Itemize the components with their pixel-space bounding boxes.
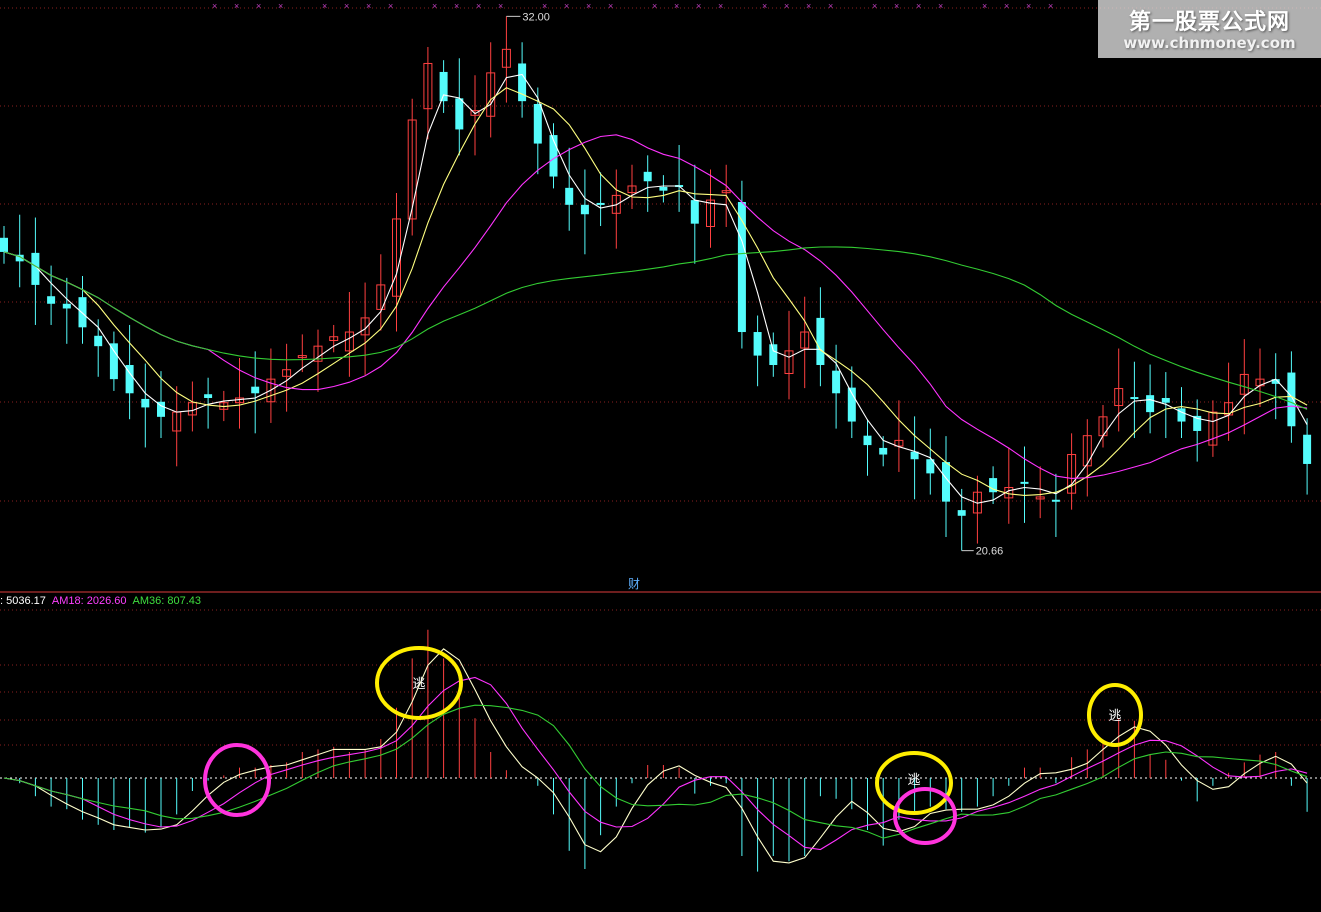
top-marker: × <box>234 1 239 11</box>
watermark-url: www.chnmoney.com <box>1123 34 1296 52</box>
candle-body <box>643 171 652 182</box>
candle-body <box>690 200 699 224</box>
top-marker: × <box>674 1 679 11</box>
top-marker: × <box>366 1 371 11</box>
stock-chart: × × × × × × × × × × × × × × × × × × × × × × × × × × × × × × × × 32.00 20… <box>0 0 1321 907</box>
top-marker: × <box>388 1 393 11</box>
candle-body <box>251 386 260 394</box>
candle-body <box>1146 395 1155 413</box>
signal-label: 逃 <box>907 772 920 787</box>
candle-body <box>1161 397 1170 403</box>
top-marker: × <box>1048 1 1053 11</box>
candles <box>0 16 1312 551</box>
top-marker: × <box>212 1 217 11</box>
top-marker: × <box>718 1 723 11</box>
legend-value: : 5036.17 <box>0 595 46 607</box>
top-marker: × <box>1004 1 1009 11</box>
top-marker: × <box>608 1 613 11</box>
top-marker: × <box>982 1 987 11</box>
candle-body <box>565 187 574 205</box>
candle-body <box>439 71 448 102</box>
top-marker: × <box>454 1 459 11</box>
candle-body <box>455 98 464 130</box>
candle-body <box>0 237 8 252</box>
top-marker: × <box>476 1 481 11</box>
candle-body <box>753 332 762 356</box>
candle-body <box>580 204 589 215</box>
top-marker: × <box>586 1 591 11</box>
candle-body <box>1303 434 1312 464</box>
top-marker: × <box>432 1 437 11</box>
candle-body <box>204 394 213 398</box>
chart-labels: 32.0020.66财逃逃逃 <box>203 11 1143 845</box>
watermark-title: 第一股票公式网 <box>1128 10 1290 35</box>
candle-body <box>109 343 118 380</box>
indicator-series <box>0 629 1321 872</box>
candlestick-chart: × × × × × × × × × × × × × × × × × × × × × × × × × × × × × × × × 32.00 20… <box>0 1 1321 872</box>
candle-body <box>879 447 888 455</box>
top-marker: × <box>498 1 503 11</box>
candle-body <box>832 370 841 394</box>
top-marker: × <box>696 1 701 11</box>
candle-body <box>957 510 966 516</box>
top-marker: × <box>762 1 767 11</box>
candle-body <box>659 186 668 191</box>
top-marker: × <box>784 1 789 11</box>
candle-body <box>94 335 103 347</box>
candle-body <box>1287 372 1296 427</box>
ma-mid-line <box>3 87 1308 496</box>
moving-averages <box>3 73 1308 504</box>
top-marker: × <box>872 1 877 11</box>
grid-lines: × × × × × × × × × × × × × × × × × × × × × × × × × × × × × × × × <box>0 1 1321 746</box>
candle-body <box>1051 499 1060 502</box>
candle-body <box>47 296 56 304</box>
candle-body <box>1020 481 1029 484</box>
highlight-circle <box>893 787 957 845</box>
candle-body <box>596 202 605 205</box>
candle-body <box>62 303 71 309</box>
top-marker: × <box>278 1 283 11</box>
legend-am36: AM36: 807.43 <box>132 595 202 607</box>
top-marker: × <box>344 1 349 11</box>
signal-label: 逃 <box>412 676 425 691</box>
top-marker: × <box>828 1 833 11</box>
ma-very-long-line <box>3 246 1308 410</box>
indicator-line <box>3 648 1308 864</box>
low-price-label: 20.66 <box>976 546 1004 558</box>
top-marker: × <box>322 1 327 11</box>
signal-label: 逃 <box>1108 708 1121 723</box>
am36-line <box>3 704 1308 839</box>
candle-body <box>78 297 87 328</box>
top-marker: × <box>652 1 657 11</box>
panel-divider-label: 财 <box>628 577 640 591</box>
candle-body <box>1130 397 1139 400</box>
top-marker: × <box>916 1 921 11</box>
top-marker: × <box>1026 1 1031 11</box>
candle-body <box>769 344 778 366</box>
high-price-label: 32.00 <box>522 11 550 23</box>
ma-short-line <box>3 73 1308 504</box>
legend-am18: AM18: 2026.60 <box>51 595 127 607</box>
top-marker: × <box>542 1 547 11</box>
top-marker: × <box>938 1 943 11</box>
top-marker: × <box>256 1 261 11</box>
indicator-legend: : 5036.17 AM18: 2026.60 AM36: 807.43 <box>0 595 207 607</box>
candle-body <box>533 103 542 144</box>
site-watermark: 第一股票公式网 www.chnmoney.com <box>1098 0 1321 58</box>
top-marker: × <box>564 1 569 11</box>
candle-body <box>816 317 825 366</box>
top-marker: × <box>806 1 811 11</box>
candle-body <box>141 398 150 408</box>
top-marker: × <box>894 1 899 11</box>
candle-body <box>863 435 872 446</box>
am18-line <box>3 676 1308 851</box>
